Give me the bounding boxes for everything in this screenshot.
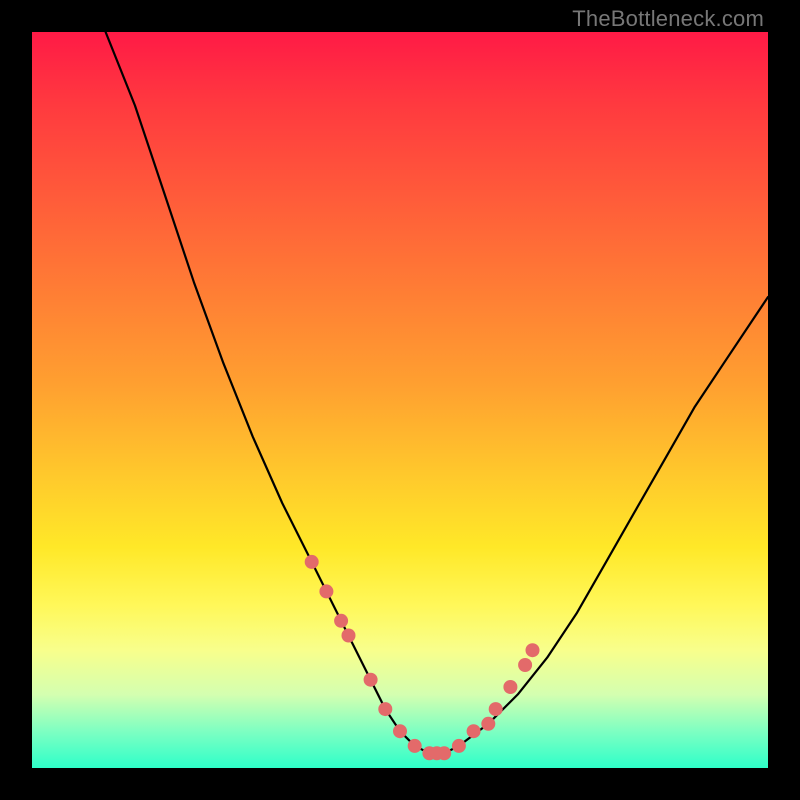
highlight-marker	[526, 643, 540, 657]
curve-svg	[32, 32, 768, 768]
highlight-marker	[393, 724, 407, 738]
highlight-marker	[364, 673, 378, 687]
highlight-marker	[503, 680, 517, 694]
highlight-marker	[467, 724, 481, 738]
highlight-marker	[437, 746, 451, 760]
highlight-marker	[518, 658, 532, 672]
highlight-marker	[481, 717, 495, 731]
highlight-markers	[305, 555, 540, 760]
chart-frame: TheBottleneck.com	[0, 0, 800, 800]
watermark-text: TheBottleneck.com	[572, 6, 764, 32]
highlight-marker	[489, 702, 503, 716]
highlight-marker	[452, 739, 466, 753]
highlight-marker	[408, 739, 422, 753]
plot-area	[32, 32, 768, 768]
highlight-marker	[319, 584, 333, 598]
highlight-marker	[378, 702, 392, 716]
highlight-marker	[334, 614, 348, 628]
bottleneck-curve	[106, 32, 768, 753]
highlight-marker	[305, 555, 319, 569]
highlight-marker	[342, 629, 356, 643]
